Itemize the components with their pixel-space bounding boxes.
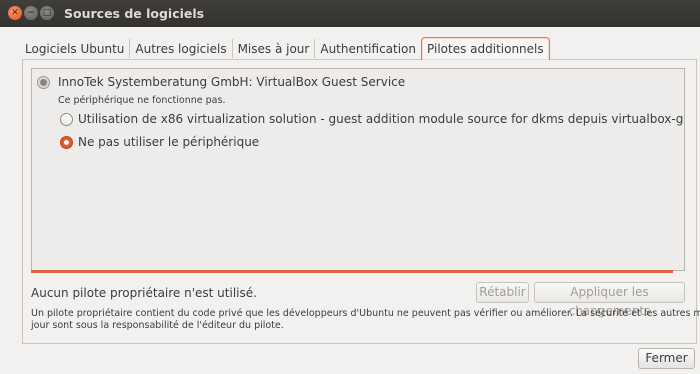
close-window-button[interactable]: ✕	[8, 6, 22, 20]
info-text-line1: Un pilote propriétaire contient du code …	[31, 308, 700, 319]
maximize-icon: □	[42, 8, 52, 18]
device-status: Ce périphérique ne fonctionne pas.	[58, 95, 226, 106]
close-button[interactable]: Fermer	[638, 348, 695, 369]
radio-use-driver[interactable]	[60, 113, 73, 126]
revert-button[interactable]: Rétablir	[476, 282, 529, 303]
close-icon: ✕	[11, 8, 19, 18]
info-text-line2: jour sont sous la responsabilité de l'éd…	[31, 320, 284, 331]
status-message: Aucun pilote propriétaire n'est utilisé.	[31, 286, 257, 300]
option-use-driver-label[interactable]: Utilisation de x86 virtualization soluti…	[78, 112, 684, 126]
tab-autres-logiciels[interactable]: Autres logiciels	[129, 39, 231, 58]
option-do-not-use-label[interactable]: Ne pas utiliser le périphérique	[78, 135, 259, 149]
window-title: Sources de logiciels	[64, 6, 205, 21]
tab-mises-a-jour[interactable]: Mises à jour	[231, 39, 315, 58]
minimize-icon: −	[27, 8, 35, 18]
progress-bar	[31, 270, 673, 273]
window-titlebar: ✕ − □ Sources de logiciels	[0, 0, 700, 27]
tab-bar: Logiciels Ubuntu Autres logiciels Mises …	[24, 37, 550, 60]
minimize-window-button[interactable]: −	[24, 6, 38, 20]
tab-authentification[interactable]: Authentification	[314, 39, 421, 58]
device-name: InnoTek Systemberatung GmbH: VirtualBox …	[58, 75, 406, 89]
tab-pilotes-additionnels[interactable]: Pilotes additionnels	[421, 37, 550, 60]
tab-logiciels-ubuntu[interactable]: Logiciels Ubuntu	[24, 39, 129, 58]
driver-list: InnoTek Systemberatung GmbH: VirtualBox …	[31, 68, 685, 271]
device-icon	[37, 76, 50, 89]
maximize-window-button[interactable]: □	[40, 6, 54, 20]
apply-changes-button[interactable]: Appliquer les changements	[534, 282, 685, 318]
radio-do-not-use-device[interactable]	[60, 136, 73, 149]
